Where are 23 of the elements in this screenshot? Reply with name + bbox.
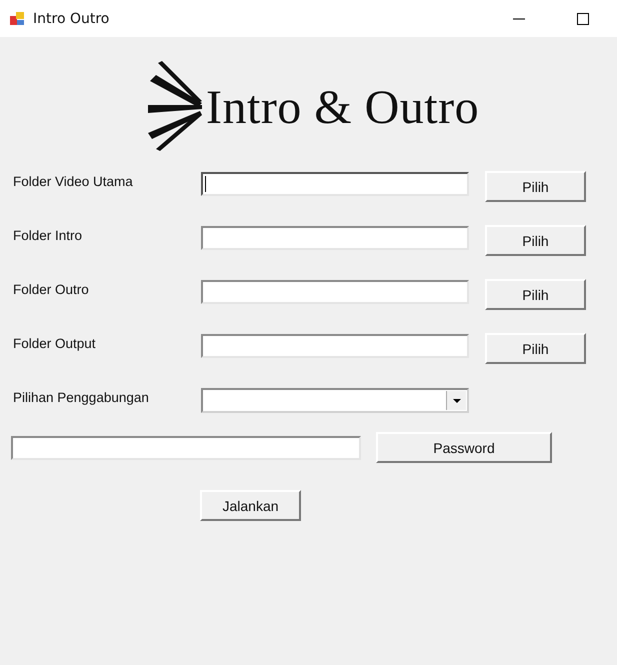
- field-label: Folder Video Utama: [13, 173, 134, 189]
- field-label: Folder Outro: [13, 281, 90, 297]
- dropdown[interactable]: [201, 388, 469, 413]
- browse-button[interactable]: Pilih: [485, 333, 586, 364]
- dropdown-arrow-icon: [452, 398, 460, 402]
- input-field[interactable]: [201, 172, 469, 196]
- maximize-icon[interactable]: [577, 12, 589, 24]
- run-button[interactable]: Jalankan: [200, 490, 301, 521]
- input-field[interactable]: [201, 334, 469, 358]
- field-label: Folder Intro: [13, 227, 84, 243]
- browse-button[interactable]: Pilih: [485, 279, 586, 310]
- window-title: Intro Outro: [33, 10, 110, 26]
- rays-icon: [148, 61, 204, 153]
- input-field[interactable]: [201, 226, 469, 250]
- password-button[interactable]: Password: [376, 432, 552, 463]
- app-icon: [9, 10, 25, 26]
- logo-text: Intro & Outro: [206, 80, 480, 134]
- field-label: Pilihan Penggabungan: [13, 389, 150, 405]
- browse-button[interactable]: Pilih: [485, 171, 586, 202]
- input-field[interactable]: [201, 280, 469, 304]
- field-label: Folder Output: [13, 335, 97, 351]
- password-field[interactable]: [11, 436, 361, 460]
- browse-button[interactable]: Pilih: [485, 225, 586, 256]
